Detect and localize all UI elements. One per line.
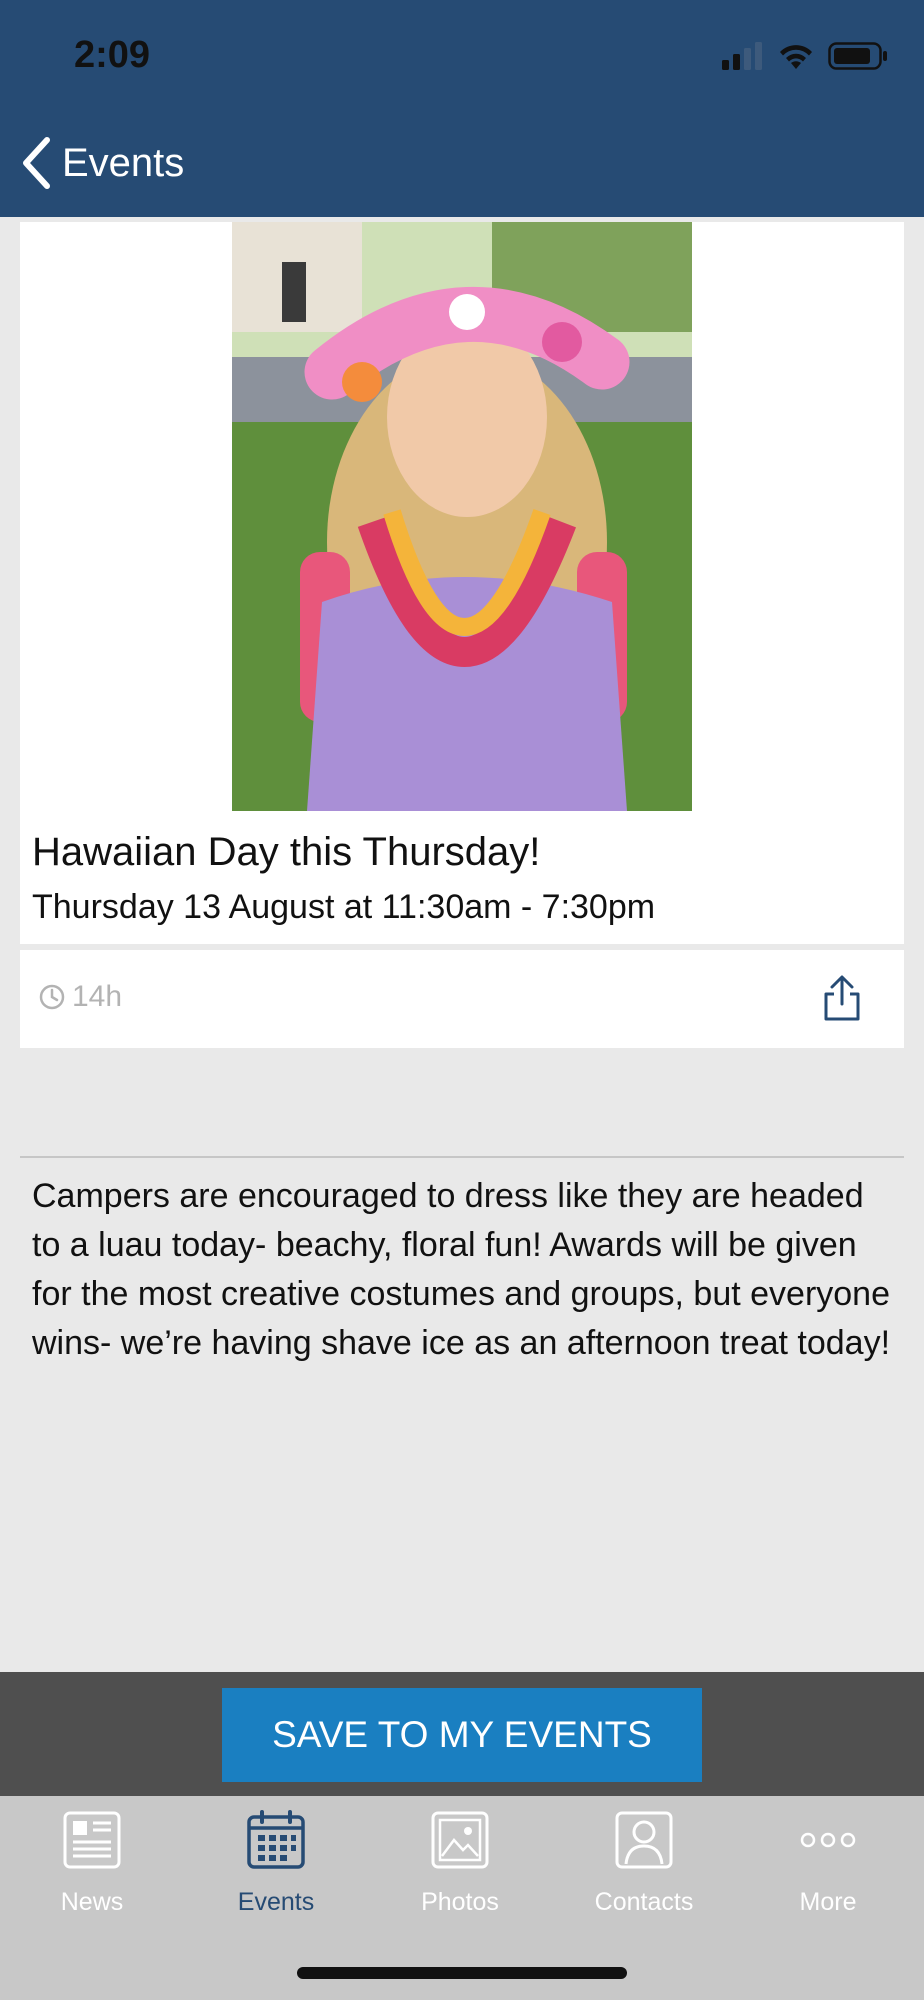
tab-photos[interactable]: Photos: [368, 1810, 552, 1930]
photo-icon: [431, 1811, 489, 1869]
event-description: Campers are encouraged to dress like the…: [32, 1177, 891, 1362]
app-header: 2:09 Events: [0, 0, 924, 217]
battery-icon: [828, 42, 887, 70]
event-photo[interactable]: [232, 222, 692, 811]
tab-news[interactable]: News: [0, 1810, 184, 1930]
save-bar: SAVE TO MY EVENTS: [0, 1672, 924, 1796]
tab-events[interactable]: Events: [184, 1810, 368, 1930]
event-card: Hawaiian Day this Thursday! Thursday 13 …: [20, 222, 904, 944]
tab-label: More: [799, 1888, 857, 1916]
status-icons: [722, 40, 888, 72]
posted-ago-label: 14h: [72, 980, 123, 1013]
home-indicator[interactable]: [297, 1967, 627, 1979]
back-label: Events: [62, 140, 185, 185]
share-icon[interactable]: [820, 974, 864, 1022]
cellular-signal-icon: [722, 42, 762, 70]
wifi-icon: [780, 45, 812, 69]
tab-label: Events: [237, 1888, 315, 1916]
event-datetime: Thursday 13 August at 11:30am - 7:30pm: [32, 888, 656, 926]
posted-time: 14h: [38, 980, 122, 1014]
tab-more[interactable]: More: [736, 1810, 920, 1930]
event-photo-image: [232, 222, 692, 811]
calendar-icon: [247, 1810, 305, 1869]
save-to-my-events-button[interactable]: SAVE TO MY EVENTS: [222, 1688, 702, 1782]
tab-label: News: [60, 1888, 124, 1916]
tab-label: Photos: [421, 1888, 499, 1916]
chevron-left-icon: [23, 137, 50, 189]
event-meta-row: 14h: [20, 950, 904, 1048]
more-dots-icon: [800, 1832, 856, 1848]
tab-contacts[interactable]: Contacts: [552, 1810, 736, 1930]
clock-icon: [39, 984, 65, 1010]
section-divider: [20, 1156, 904, 1158]
event-title: Hawaiian Day this Thursday!: [32, 830, 541, 874]
status-time: 2:09: [74, 34, 151, 76]
newspaper-icon: [63, 1811, 121, 1869]
back-button[interactable]: Events: [20, 133, 184, 193]
contact-icon: [615, 1811, 673, 1869]
tab-label: Contacts: [594, 1888, 694, 1916]
